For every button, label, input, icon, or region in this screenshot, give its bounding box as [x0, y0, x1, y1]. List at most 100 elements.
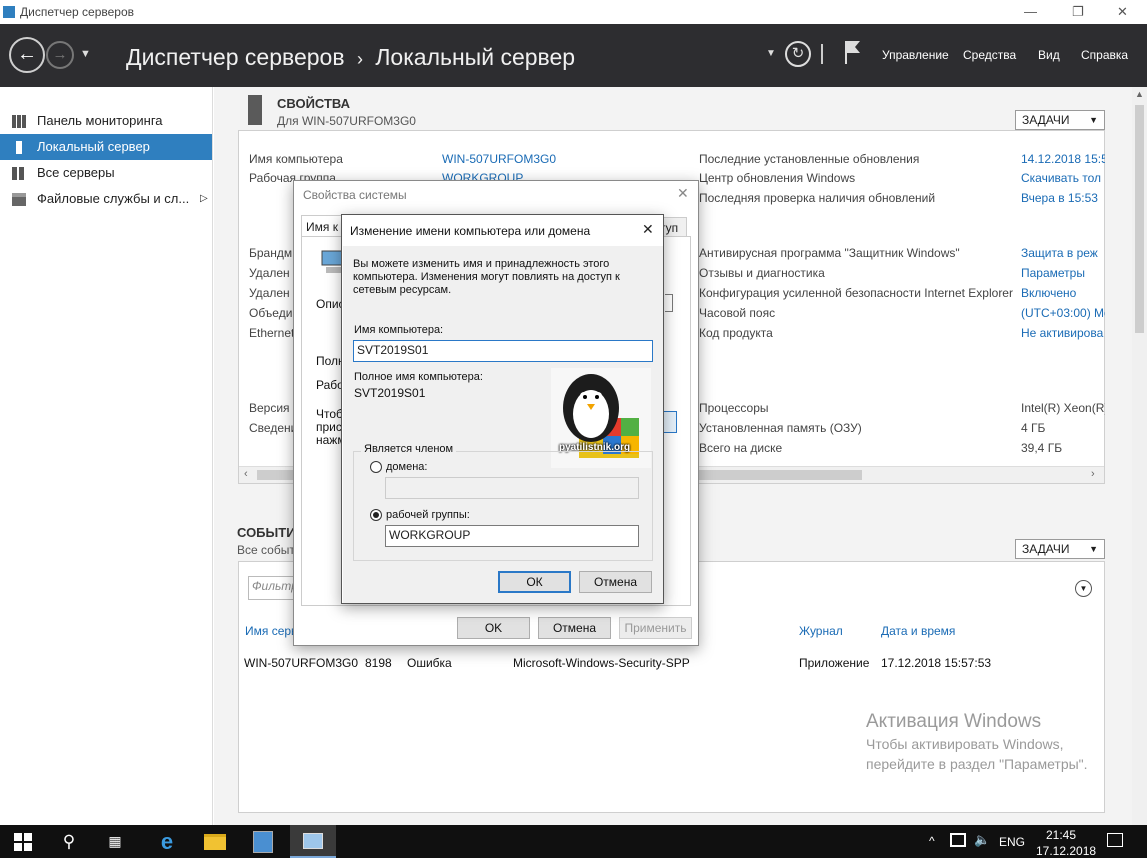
sidebar-item-dashboard[interactable]: Панель мониторинга — [0, 108, 212, 134]
system-properties-taskbar-icon[interactable] — [290, 825, 336, 858]
defender-value[interactable]: Защита в реж — [1021, 246, 1105, 260]
table-row[interactable]: WIN-507URFOM3G0 8198 Ошибка Microsoft-Wi… — [239, 654, 1104, 674]
sidebar: Панель мониторинга Локальный сервер Все … — [0, 87, 213, 825]
last-updates-value[interactable]: 14.12.2018 15:5 — [1021, 152, 1105, 166]
sidebar-item-file-services[interactable]: Файловые службы и сл... ▷ — [0, 186, 212, 212]
tasks-label: ЗАДАЧИ — [1022, 113, 1070, 127]
cancel-button[interactable]: Отмена — [538, 617, 611, 639]
sidebar-item-all-servers[interactable]: Все серверы — [0, 160, 212, 186]
computer-name-input[interactable]: SVT2019S01 — [353, 340, 653, 362]
disk-value: 39,4 ГБ — [1021, 441, 1063, 455]
workgroup-label[interactable]: рабочей группы: — [386, 509, 470, 521]
server-manager-icon[interactable] — [240, 825, 286, 858]
windows-update-value[interactable]: Скачивать тол — [1021, 171, 1105, 185]
file-services-icon — [12, 193, 26, 206]
breadcrumb-page: Локальный сервер — [375, 44, 576, 70]
taskbar: ⚲ ▦ e ^ 🔈 ENG 21:45 17.12.2018 — [0, 825, 1147, 858]
timezone-label: Часовой пояс — [699, 306, 776, 320]
ie-esc-value[interactable]: Включено — [1021, 286, 1076, 300]
history-dropdown-icon[interactable]: ▼ — [80, 48, 91, 60]
column-server-name[interactable]: Имя серв — [245, 624, 297, 638]
computer-name-label: Имя компьютера: — [354, 324, 444, 336]
minimize-button[interactable]: — — [1024, 4, 1037, 19]
vertical-scrollbar[interactable]: ▲ — [1132, 87, 1147, 825]
scroll-left-icon[interactable]: ‹ — [244, 468, 248, 480]
volume-icon[interactable]: 🔈 — [974, 832, 990, 848]
start-button[interactable] — [0, 825, 46, 858]
properties-subtitle: Для WIN-507URFOM3G0 — [277, 114, 416, 128]
properties-title: СВОЙСТВА — [277, 96, 351, 111]
domain-label[interactable]: домена: — [386, 461, 427, 473]
dropdown-icon[interactable]: ▼ — [766, 48, 776, 59]
menu-tools[interactable]: Средства — [963, 48, 1016, 62]
remote-mgmt-label: Удален — [249, 266, 290, 280]
dialog-title: Изменение имени компьютера или домена — [350, 224, 591, 238]
search-icon[interactable]: ⚲ — [46, 825, 92, 858]
expand-circle-icon[interactable]: ▼ — [1075, 580, 1092, 597]
forward-button[interactable]: → — [46, 41, 74, 69]
sidebar-item-label: Панель мониторинга — [37, 113, 163, 128]
flag-icon[interactable] — [843, 39, 861, 65]
workgroup-input[interactable]: WORKGROUP — [385, 525, 639, 547]
properties-tasks-button[interactable]: ЗАДАЧИ ▼ — [1015, 110, 1105, 130]
column-log[interactable]: Журнал — [799, 624, 843, 638]
close-icon[interactable]: ✕ — [642, 221, 654, 238]
breadcrumb-root[interactable]: Диспетчер серверов — [126, 44, 345, 70]
maximize-button[interactable]: ❐ — [1072, 4, 1084, 20]
dashboard-icon — [12, 115, 26, 128]
server-tower-icon — [248, 95, 262, 125]
windows-logo-icon — [14, 833, 32, 851]
apply-button[interactable]: Применить — [619, 617, 692, 639]
description-input-edge[interactable] — [665, 294, 673, 312]
menu-manage[interactable]: Управление — [882, 48, 949, 62]
refresh-icon[interactable]: ↻ — [785, 41, 811, 67]
workgroup-radio[interactable] — [370, 509, 382, 521]
cancel-button[interactable]: Отмена — [579, 571, 652, 593]
domain-input — [385, 477, 639, 499]
nic-teaming-label: Объеди — [249, 306, 293, 320]
notifications-icon[interactable] — [1107, 833, 1123, 847]
clock-time[interactable]: 21:45 — [1046, 828, 1076, 842]
activation-watermark-title: Активация Windows — [866, 711, 1042, 732]
back-button[interactable]: ← — [9, 37, 45, 73]
product-key-label: Код продукта — [699, 326, 773, 340]
network-icon[interactable] — [950, 833, 966, 847]
breadcrumb-separator: › — [356, 49, 363, 69]
events-tasks-button[interactable]: ЗАДАЧИ ▼ — [1015, 539, 1105, 559]
servers-icon — [12, 167, 26, 180]
scroll-up-icon[interactable]: ▲ — [1135, 89, 1144, 99]
sidebar-item-local-server[interactable]: Локальный сервер — [0, 134, 212, 160]
close-icon[interactable]: ✕ — [677, 185, 689, 202]
menu-view[interactable]: Вид — [1038, 48, 1060, 62]
column-datetime[interactable]: Дата и время — [881, 624, 955, 638]
chevron-right-icon[interactable]: ▷ — [200, 186, 208, 212]
scrollbar-thumb[interactable] — [1135, 105, 1144, 333]
description-text: Вы можете изменить имя и принадлежность … — [353, 258, 620, 296]
menu-help[interactable]: Справка — [1081, 48, 1128, 62]
hardware-info-label: Сведени — [249, 421, 298, 435]
product-key-value[interactable]: Не активирова — [1021, 326, 1105, 340]
file-explorer-icon[interactable] — [192, 825, 238, 858]
row-level: Ошибка — [407, 656, 452, 670]
computer-name-link[interactable]: WIN-507URFOM3G0 — [442, 152, 556, 166]
ram-label: Установленная память (ОЗУ) — [699, 421, 862, 435]
properties-header: СВОЙСТВА Для WIN-507URFOM3G0 ЗАДАЧИ ▼ — [238, 91, 1106, 131]
row-datetime: 17.12.2018 15:57:53 — [881, 656, 992, 670]
scroll-right-icon[interactable]: › — [1091, 468, 1095, 480]
internet-explorer-icon[interactable]: e — [144, 825, 190, 858]
tray-chevron-up-icon[interactable]: ^ — [929, 834, 935, 848]
dialog-title: Свойства системы — [303, 188, 407, 202]
task-view-icon[interactable]: ▦ — [92, 825, 138, 858]
chevron-down-icon: ▼ — [1089, 544, 1098, 554]
cpu-label: Процессоры — [699, 401, 769, 415]
timezone-value[interactable]: (UTC+03:00) Mo — [1021, 306, 1105, 320]
last-check-value[interactable]: Вчера в 15:53 — [1021, 191, 1105, 205]
domain-radio[interactable] — [370, 461, 382, 473]
close-button[interactable]: ✕ — [1117, 4, 1128, 20]
ok-button[interactable]: ОК — [498, 571, 571, 593]
language-indicator[interactable]: ENG — [999, 835, 1025, 849]
feedback-value[interactable]: Параметры — [1021, 266, 1085, 280]
feedback-label: Отзывы и диагностика — [699, 266, 825, 280]
clock-date[interactable]: 17.12.2018 — [1036, 844, 1096, 858]
ok-button[interactable]: OK — [457, 617, 530, 639]
